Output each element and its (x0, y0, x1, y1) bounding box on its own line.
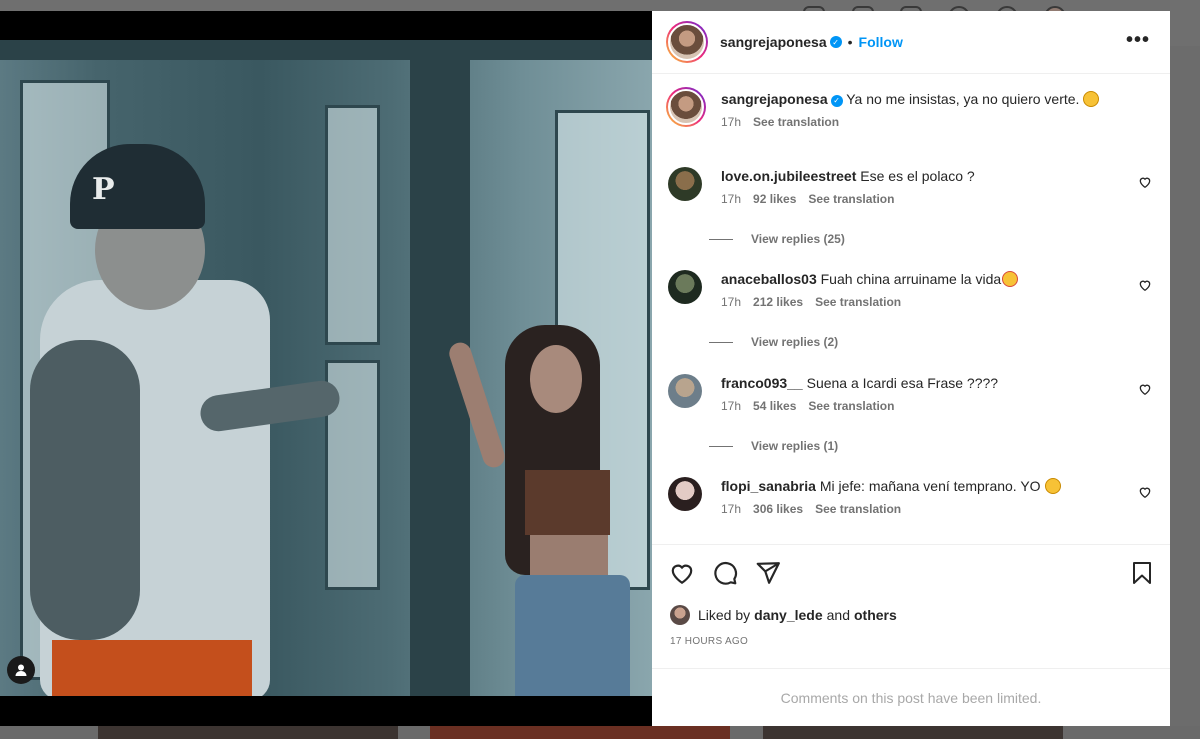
follow-button[interactable]: Follow (859, 34, 903, 50)
comments-list[interactable]: sangrejaponesa ✓ Ya no me insistas, ya no… (652, 74, 1170, 544)
tagged-users-button[interactable] (7, 656, 35, 684)
separator-dot: • (847, 34, 853, 50)
author-username[interactable]: sangrejaponesa (720, 34, 827, 50)
like-comment-heart-icon[interactable] (1138, 278, 1152, 292)
smiling-face-icon (1083, 91, 1100, 107)
like-comment-heart-icon[interactable] (1138, 382, 1152, 396)
comment-username[interactable]: anaceballos03 (721, 271, 817, 287)
comment-text: Suena a Icardi esa Frase ???? (806, 375, 999, 391)
comment-age: 17h (721, 295, 742, 309)
caption-avatar[interactable] (666, 87, 706, 127)
liked-by-and: and (826, 607, 850, 623)
post-side-panel: sangrejaponesa ✓ • Follow ••• sangrejapo… (652, 11, 1170, 726)
liked-by-prefix: Liked by (698, 607, 751, 623)
comment-text: Mi jefe: mañana vení temprano. YO (819, 478, 1041, 494)
comments-limited-notice: Comments on this post have been limited. (652, 668, 1170, 726)
caption-username[interactable]: sangrejaponesa (721, 91, 828, 107)
caption-age: 17h (721, 115, 742, 129)
background-grid-thumbnails (0, 726, 1200, 739)
liked-by-row: Liked by dany_lede and others (670, 605, 901, 625)
comment-avatar[interactable] (668, 374, 702, 408)
post-header: sangrejaponesa ✓ • Follow ••• (652, 11, 1170, 74)
post-modal: P sangrejaponesa ✓ • Follow ••• sangreja… (0, 11, 1170, 726)
comment-avatar[interactable] (668, 167, 702, 201)
comment-avatar[interactable] (668, 477, 702, 511)
comment-bubble-icon[interactable] (712, 560, 738, 586)
post-actions: Liked by dany_lede and others 17 HOURS A… (652, 544, 1170, 668)
view-replies-button[interactable]: View replies (2) (709, 335, 838, 349)
comment-see-translation[interactable]: See translation (815, 293, 901, 311)
comment-age: 17h (721, 502, 742, 516)
save-bookmark-icon[interactable] (1130, 560, 1154, 586)
star-struck-icon (1002, 271, 1019, 287)
comment-text: Fuah china arruiname la vida (820, 271, 1002, 287)
comment-age: 17h (721, 399, 742, 413)
liked-by-username[interactable]: dany_lede (754, 607, 822, 623)
view-replies-label: View replies (25) (751, 232, 845, 246)
comment-likes[interactable]: 92 likes (753, 190, 796, 208)
comment-likes[interactable]: 54 likes (753, 397, 796, 415)
user-icon (15, 664, 27, 676)
view-replies-button[interactable]: View replies (25) (709, 232, 845, 246)
view-replies-button[interactable]: View replies (1) (709, 439, 838, 453)
comment-see-translation[interactable]: See translation (808, 190, 894, 208)
like-comment-heart-icon[interactable] (1138, 485, 1152, 499)
post-media: P (0, 11, 652, 726)
comment-likes[interactable]: 212 likes (753, 293, 803, 311)
cap-logo: P (92, 172, 115, 207)
comment-see-translation[interactable]: See translation (815, 500, 901, 518)
caption-see-translation[interactable]: See translation (753, 113, 839, 131)
share-paper-plane-icon[interactable] (755, 560, 781, 586)
comment-likes[interactable]: 306 likes (753, 500, 803, 518)
like-comment-heart-icon[interactable] (1138, 175, 1152, 189)
view-replies-label: View replies (1) (751, 439, 839, 453)
comment-username[interactable]: flopi_sanabria (721, 478, 816, 494)
view-replies-label: View replies (2) (751, 335, 839, 349)
verified-badge-icon: ✓ (829, 36, 842, 48)
like-heart-icon[interactable] (669, 560, 695, 586)
comment-age: 17h (721, 192, 742, 206)
more-options-icon[interactable]: ••• (1126, 29, 1150, 52)
comment-username[interactable]: franco093__ (721, 375, 803, 391)
comment-avatar[interactable] (668, 270, 702, 304)
laughing-icon (1044, 478, 1061, 494)
caption-text: Ya no me insistas, ya no quiero verte. (846, 91, 1080, 107)
post-photo[interactable]: P (0, 40, 652, 696)
comment-username[interactable]: love.on.jubileestreet (721, 168, 856, 184)
post-timestamp[interactable]: 17 HOURS AGO (670, 636, 748, 647)
liked-by-avatar[interactable] (670, 605, 690, 625)
liked-by-others-link[interactable]: others (854, 607, 897, 623)
author-avatar[interactable] (666, 21, 708, 63)
comment-text: Ese es el polaco ? (860, 168, 975, 184)
comment-see-translation[interactable]: See translation (808, 397, 894, 415)
background-page-side (1170, 46, 1200, 739)
verified-badge-icon: ✓ (830, 95, 843, 107)
